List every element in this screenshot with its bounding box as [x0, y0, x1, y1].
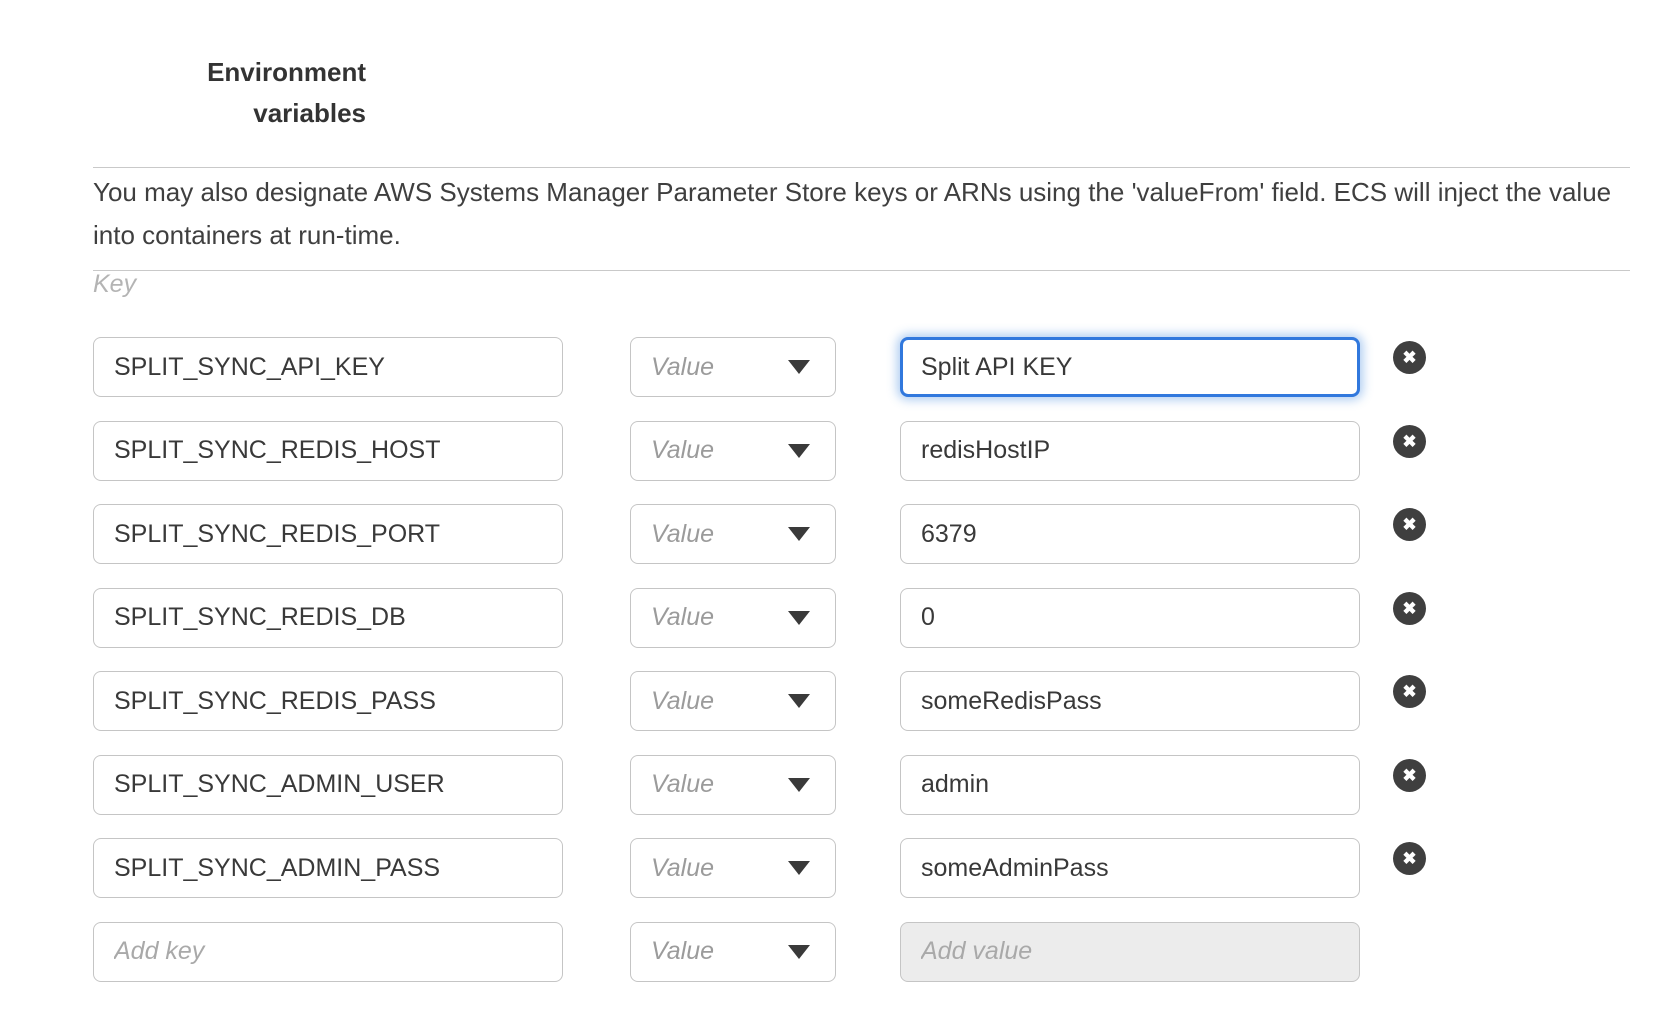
- caret-down-icon: [788, 861, 810, 875]
- valuefrom-description-text: You may also designate AWS Systems Manag…: [93, 171, 1630, 257]
- env-value-input[interactable]: [900, 671, 1360, 731]
- caret-down-icon: [788, 360, 810, 374]
- env-type-select[interactable]: Value: [630, 421, 836, 481]
- env-var-row: Value ✖: [93, 671, 1426, 731]
- mid-divider: [93, 270, 1630, 271]
- env-type-select[interactable]: Value: [630, 504, 836, 564]
- caret-down-icon: [788, 945, 810, 959]
- env-key-input[interactable]: [93, 922, 563, 982]
- top-divider: [93, 167, 1630, 168]
- env-type-selected-value: Value: [651, 603, 714, 632]
- remove-row-button[interactable]: ✖: [1393, 341, 1426, 374]
- env-var-row: Value ✖: [93, 588, 1426, 648]
- circled-x-icon: ✖: [1402, 349, 1416, 366]
- circled-x-icon: ✖: [1402, 767, 1416, 784]
- env-key-input[interactable]: [93, 588, 563, 648]
- circled-x-icon: ✖: [1402, 516, 1416, 533]
- env-type-selected-value: Value: [651, 854, 714, 883]
- remove-row-button[interactable]: ✖: [1393, 508, 1426, 541]
- env-type-selected-value: Value: [651, 436, 714, 465]
- env-var-rows: Value ✖ Value ✖ Value ✖ Value: [93, 337, 1426, 1005]
- env-type-selected-value: Value: [651, 937, 714, 966]
- caret-down-icon: [788, 694, 810, 708]
- env-type-select[interactable]: Value: [630, 922, 836, 982]
- env-type-select[interactable]: Value: [630, 671, 836, 731]
- env-key-input[interactable]: [93, 337, 563, 397]
- env-value-input[interactable]: [900, 922, 1360, 982]
- env-type-select[interactable]: Value: [630, 838, 836, 898]
- env-var-row: Value ✖: [93, 421, 1426, 481]
- env-key-input[interactable]: [93, 838, 563, 898]
- env-type-select[interactable]: Value: [630, 337, 836, 397]
- env-value-input[interactable]: [900, 755, 1360, 815]
- circled-x-icon: ✖: [1402, 600, 1416, 617]
- env-var-row: Value ✖: [93, 755, 1426, 815]
- env-value-input[interactable]: [900, 838, 1360, 898]
- environment-variables-section: Environment variables You may also desig…: [0, 0, 1678, 1018]
- env-type-selected-value: Value: [651, 353, 714, 382]
- env-value-input[interactable]: [900, 421, 1360, 481]
- env-var-row: Value ✖: [93, 337, 1426, 397]
- caret-down-icon: [788, 611, 810, 625]
- env-key-input[interactable]: [93, 421, 563, 481]
- caret-down-icon: [788, 778, 810, 792]
- env-type-selected-value: Value: [651, 520, 714, 549]
- circled-x-icon: ✖: [1402, 850, 1416, 867]
- circled-x-icon: ✖: [1402, 683, 1416, 700]
- key-column-label: Key: [93, 270, 136, 299]
- env-var-row: Value: [93, 922, 1426, 982]
- section-label-environment-variables: Environment variables: [93, 52, 366, 134]
- env-key-input[interactable]: [93, 755, 563, 815]
- env-type-select[interactable]: Value: [630, 755, 836, 815]
- env-key-input[interactable]: [93, 671, 563, 731]
- remove-row-button[interactable]: ✖: [1393, 425, 1426, 458]
- remove-row-button[interactable]: ✖: [1393, 592, 1426, 625]
- remove-row-button[interactable]: ✖: [1393, 842, 1426, 875]
- circled-x-icon: ✖: [1402, 433, 1416, 450]
- remove-row-button[interactable]: ✖: [1393, 759, 1426, 792]
- env-var-row: Value ✖: [93, 504, 1426, 564]
- env-value-input[interactable]: [900, 504, 1360, 564]
- caret-down-icon: [788, 444, 810, 458]
- env-key-input[interactable]: [93, 504, 563, 564]
- env-value-input[interactable]: [900, 588, 1360, 648]
- env-type-select[interactable]: Value: [630, 588, 836, 648]
- env-type-selected-value: Value: [651, 770, 714, 799]
- env-type-selected-value: Value: [651, 687, 714, 716]
- remove-row-button[interactable]: ✖: [1393, 675, 1426, 708]
- env-value-input[interactable]: [900, 337, 1360, 397]
- env-var-row: Value ✖: [93, 838, 1426, 898]
- caret-down-icon: [788, 527, 810, 541]
